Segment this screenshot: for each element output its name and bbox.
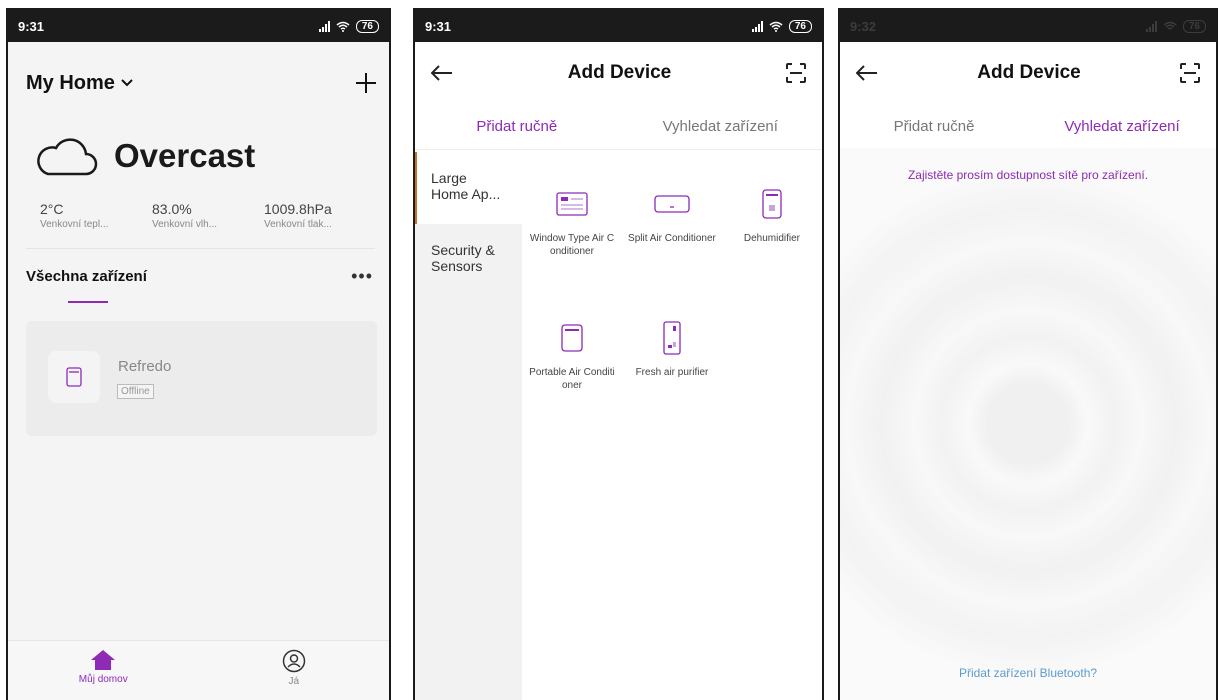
status-bar: 9:32 76 bbox=[840, 10, 1216, 42]
add-bluetooth-device-link[interactable]: Přidat zařízení Bluetooth? bbox=[840, 666, 1216, 680]
device-tile-label: Portable Air Conditioner bbox=[529, 367, 615, 391]
signal-icon bbox=[1145, 20, 1157, 32]
wifi-icon bbox=[336, 21, 350, 32]
page-title: Add Device bbox=[567, 62, 672, 83]
back-arrow-icon[interactable] bbox=[431, 65, 453, 81]
radar-scan-animation bbox=[840, 148, 1216, 700]
device-tile[interactable]: Portable Air Conditioner bbox=[522, 318, 622, 452]
stat-label: Venkovní tlak... bbox=[264, 219, 332, 230]
network-message: Zajistěte prosím dostupnost sítě pro zař… bbox=[907, 168, 1149, 182]
nav-home[interactable]: Můj domov bbox=[8, 641, 199, 700]
dehumidifier-icon bbox=[762, 189, 782, 219]
stat-label: Venkovní tepl... bbox=[40, 219, 109, 230]
device-grid: Window Type Air Conditioner Split Air Co… bbox=[522, 152, 822, 700]
home-selector[interactable]: My Home bbox=[26, 72, 133, 95]
signal-icon bbox=[318, 20, 330, 32]
tab-search-devices[interactable]: Vyhledat zařízení bbox=[619, 104, 823, 149]
home-screen: 9:31 76 My Home Overcast 2°C Venkovní te… bbox=[6, 8, 391, 700]
tab-bar: Přidat ručně Vyhledat zařízení bbox=[415, 104, 822, 150]
tab-add-manually[interactable]: Přidat ručně bbox=[415, 104, 619, 149]
home-title: My Home bbox=[26, 71, 115, 94]
stat-label: Venkovní vlh... bbox=[152, 219, 218, 230]
weather-stats: 2°C Venkovní tepl... 83.0% Venkovní vlh.… bbox=[8, 176, 389, 230]
weather-condition: Overcast bbox=[114, 137, 256, 174]
stat-humidity: 83.0% Venkovní vlh... bbox=[152, 201, 264, 230]
status-time: 9:31 bbox=[18, 18, 45, 34]
device-status-badge: Offline bbox=[117, 384, 154, 399]
wifi-icon bbox=[1163, 21, 1177, 30]
add-device-search-screen: 9:32 76 Add Device Přidat ručně Vyhledat… bbox=[838, 8, 1218, 700]
status-bar: 9:31 76 bbox=[8, 10, 389, 42]
home-icon bbox=[91, 650, 116, 670]
stat-temperature: 2°C Venkovní tepl... bbox=[40, 201, 152, 230]
bottom-nav: Můj domov Já bbox=[8, 640, 389, 700]
stat-value: 83.0% bbox=[152, 201, 192, 217]
status-time: 9:31 bbox=[425, 18, 452, 34]
status-time: 9:32 bbox=[850, 18, 877, 34]
profile-icon bbox=[282, 649, 305, 673]
device-tile-label: Window Type Air Conditioner bbox=[529, 233, 615, 257]
tab-search-devices[interactable]: Vyhledat zařízení bbox=[1028, 104, 1216, 149]
status-bar: 9:31 76 bbox=[415, 10, 822, 42]
device-name: Refredo bbox=[118, 358, 172, 375]
add-device-manual-screen: 9:31 76 Add Device Přidat ručně Vyhledat… bbox=[413, 8, 824, 700]
signal-icon bbox=[751, 20, 763, 32]
device-tile[interactable]: Window Type Air Conditioner bbox=[522, 184, 622, 318]
device-tile[interactable]: Split Air Conditioner bbox=[622, 184, 722, 318]
nav-label: Můj domov bbox=[78, 674, 128, 685]
wifi-icon bbox=[769, 21, 783, 32]
device-icon-box bbox=[48, 351, 100, 403]
device-tile[interactable]: Fresh air purifier bbox=[622, 318, 722, 452]
device-tile[interactable]: Dehumidifier bbox=[722, 184, 822, 318]
category-security-sensors[interactable]: Security & Sensors bbox=[415, 224, 522, 304]
battery-icon: 76 bbox=[1182, 19, 1206, 33]
stat-pressure: 1009.8hPa Venkovní tlak... bbox=[264, 201, 376, 230]
scan-icon[interactable] bbox=[1179, 63, 1200, 83]
tab-bar: Přidat ručně Vyhledat zařízení bbox=[840, 104, 1216, 150]
portable-ac-icon bbox=[66, 367, 82, 387]
more-icon[interactable]: ••• bbox=[351, 267, 373, 285]
stat-value: 2°C bbox=[40, 201, 64, 217]
stat-value: 1009.8hPa bbox=[264, 201, 332, 217]
portable-ac-icon bbox=[561, 324, 583, 352]
weather-summary: Overcast bbox=[8, 106, 389, 176]
battery-icon: 76 bbox=[355, 19, 379, 33]
device-card[interactable]: Refredo Offline bbox=[26, 321, 377, 436]
air-purifier-icon bbox=[663, 321, 681, 355]
battery-icon: 76 bbox=[788, 19, 812, 33]
add-icon[interactable] bbox=[355, 72, 377, 94]
nav-label: Já bbox=[288, 676, 300, 687]
category-list: Large Home Ap... Security & Sensors bbox=[415, 152, 522, 700]
category-large-home-appliances[interactable]: Large Home Ap... bbox=[415, 152, 522, 224]
cloud-icon bbox=[37, 138, 98, 176]
nav-profile[interactable]: Já bbox=[199, 641, 390, 700]
tab-add-manually[interactable]: Přidat ručně bbox=[840, 104, 1028, 149]
chevron-down-icon bbox=[121, 79, 133, 87]
window-ac-icon bbox=[556, 192, 588, 216]
device-tile-label: Fresh air purifier bbox=[635, 367, 709, 378]
back-arrow-icon[interactable] bbox=[856, 65, 878, 81]
scan-icon[interactable] bbox=[785, 63, 806, 83]
device-tile-label: Split Air Conditioner bbox=[628, 233, 716, 244]
device-tile-label: Dehumidifier bbox=[743, 233, 801, 244]
page-title: Add Device bbox=[977, 62, 1081, 83]
devices-tab[interactable]: Všechna zařízení bbox=[26, 268, 147, 285]
tab-indicator bbox=[68, 301, 108, 303]
split-ac-icon bbox=[654, 195, 690, 213]
